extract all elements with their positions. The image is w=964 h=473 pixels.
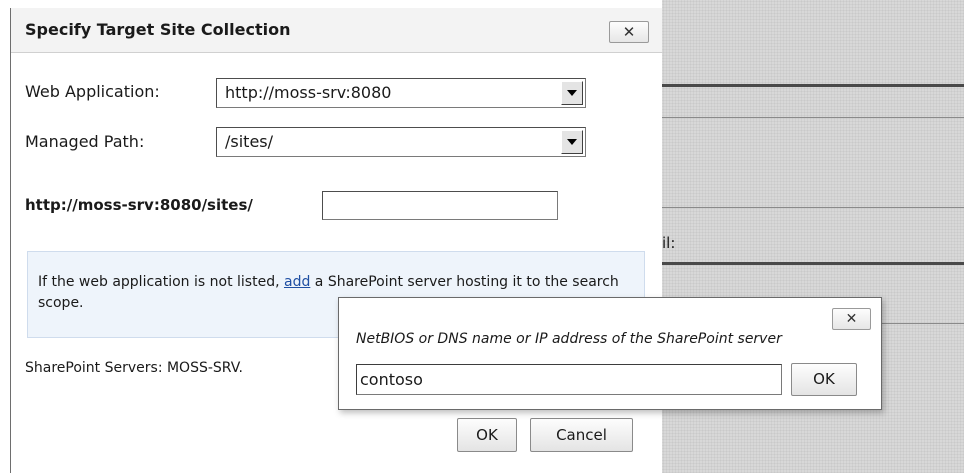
chevron-down-icon — [567, 139, 577, 145]
web-application-select[interactable]: http://moss-srv:8080 — [216, 78, 586, 108]
ok-button[interactable]: OK — [457, 418, 517, 452]
managed-path-select[interactable]: /sites/ — [216, 127, 586, 157]
chevron-down-icon — [567, 90, 577, 96]
dropdown-button[interactable] — [561, 130, 583, 154]
dialog-titlebar: Specify Target Site Collection ✕ — [11, 8, 662, 53]
server-name-input[interactable] — [356, 364, 782, 395]
background-field-label: il: — [662, 234, 676, 252]
popup-ok-button[interactable]: OK — [791, 363, 857, 396]
popup-close-button[interactable]: ✕ — [832, 308, 871, 330]
close-icon: ✕ — [622, 23, 636, 41]
managed-path-value: /sites/ — [225, 132, 274, 151]
background-divider — [662, 84, 964, 87]
info-text-before: If the web application is not listed, — [38, 274, 284, 290]
web-application-value: http://moss-srv:8080 — [225, 83, 392, 102]
site-name-input[interactable] — [322, 191, 558, 220]
background-divider — [662, 117, 964, 118]
site-url-prefix: http://moss-srv:8080/sites/ — [25, 196, 253, 214]
add-server-popup: NetBIOS or DNS name or IP address of the… — [338, 297, 882, 410]
dialog-title: Specify Target Site Collection — [25, 20, 291, 39]
add-server-link[interactable]: add — [284, 274, 310, 290]
close-icon: ✕ — [845, 311, 858, 327]
web-application-label: Web Application: — [25, 82, 160, 101]
background-divider — [662, 207, 964, 208]
managed-path-label: Managed Path: — [25, 132, 145, 151]
cancel-button[interactable]: Cancel — [530, 418, 633, 452]
dropdown-button[interactable] — [561, 81, 583, 105]
server-name-prompt: NetBIOS or DNS name or IP address of the… — [356, 331, 782, 347]
sharepoint-servers-text: SharePoint Servers: MOSS-SRV. — [25, 360, 243, 376]
dialog-close-button[interactable]: ✕ — [609, 21, 649, 43]
background-divider — [662, 262, 964, 265]
